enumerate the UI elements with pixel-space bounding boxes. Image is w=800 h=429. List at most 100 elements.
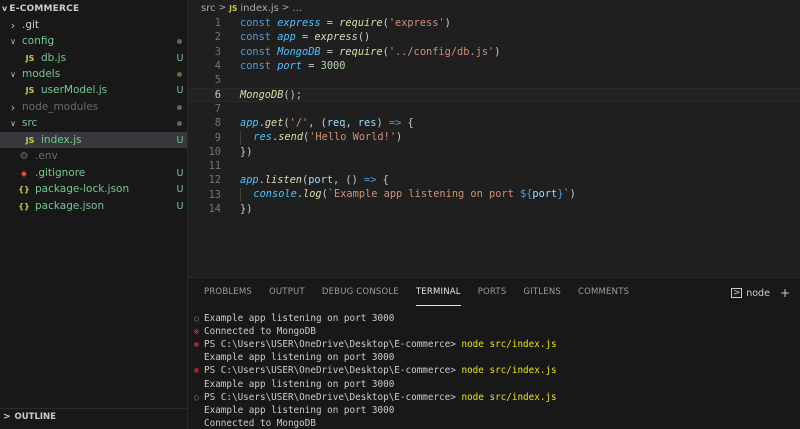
bottom-panel: PROBLEMS OUTPUT DEBUG CONSOLE TERMINAL PORTS… (188, 277, 800, 429)
line-number: 11 (208, 160, 221, 173)
terminal-command: node src/index.js (461, 339, 557, 351)
terminal-line: ○ Example app listening on port 3000 (194, 312, 394, 325)
terminal-text: Connected to MongoDB (204, 417, 316, 429)
code-line[interactable]: 9 res.send('Hello World!') (188, 130, 800, 145)
code-token: => (388, 117, 402, 130)
tree-item[interactable]: ∨ config (0, 33, 187, 49)
code-line[interactable]: 11 (188, 159, 800, 173)
tab-ports[interactable]: PORTS (478, 278, 507, 306)
error-circle-icon[interactable]: ⊗ (194, 366, 204, 375)
terminal-line: ⊗ PS C:\Users\USER\OneDrive\Desktop\E-com… (194, 364, 557, 377)
code-line[interactable]: 5 (188, 73, 800, 87)
code-line[interactable]: 10}) (188, 145, 800, 159)
code-line[interactable]: 4 const port = 3000 (188, 59, 800, 73)
git-status-badge: U (176, 167, 184, 179)
code-token: req (326, 117, 346, 130)
terminal-selector[interactable]: > node + (731, 286, 790, 300)
code-token: '../config/db.js' (388, 45, 495, 58)
code-line[interactable]: 13 console.log(`Example app listening on… (188, 187, 800, 202)
line-number: 12 (208, 174, 221, 187)
code-token: const (240, 31, 278, 44)
code-token: app (277, 31, 296, 44)
line-number: 1 (214, 17, 221, 30)
code-token: ) (569, 187, 576, 200)
breadcrumb-folder[interactable]: src (201, 3, 216, 14)
circle-icon[interactable]: ○ (194, 314, 204, 323)
chevron-right-icon: > (218, 3, 227, 13)
add-terminal-icon[interactable]: + (780, 286, 790, 300)
code-line[interactable]: 7 (188, 102, 800, 116)
code-text: }) (240, 146, 252, 158)
terminal-text: Example app listening on port 3000 (204, 378, 395, 390)
code-token: , (345, 117, 358, 130)
outline-section[interactable]: > OUTLINE (0, 408, 187, 424)
code-token: => (364, 174, 377, 187)
code-editor[interactable]: src > JS index.js > ... 1 const express =… (188, 0, 800, 277)
chevron-right-icon: > (281, 3, 290, 13)
code-line[interactable]: 1 const express = require('express') (188, 16, 800, 30)
code-token (240, 130, 253, 145)
code-token: `Example app listening on port (327, 187, 521, 200)
terminal-name: node (746, 287, 770, 299)
tree-item[interactable]: {} package-lock.json U (0, 181, 187, 197)
explorer-header[interactable]: v E-COMMERCE (0, 0, 187, 17)
chevron-right-icon: > (3, 411, 11, 422)
line-number: 8 (214, 117, 221, 130)
tree-item-label: package.json (35, 200, 105, 212)
code-line[interactable]: 6 MongoDB(); (188, 87, 800, 102)
tree-item[interactable]: › .git (0, 17, 187, 33)
code-text: app.listen(port, () => { (240, 174, 389, 186)
tree-item[interactable]: JS userModel.js U (0, 82, 187, 98)
tab-comments[interactable]: COMMENTS (578, 278, 629, 306)
terminal-line: ⊗ Connected to MongoDB (194, 325, 316, 338)
code-line[interactable]: 14}) (188, 202, 800, 216)
tree-item[interactable]: › node_modules (0, 99, 187, 115)
code-line[interactable]: 3 const MongoDB = require('../config/db.j… (188, 45, 800, 59)
tab-terminal[interactable]: TERMINAL (415, 278, 461, 306)
tree-item[interactable]: {} package.json U (0, 198, 187, 214)
tree-item-label: config (22, 35, 55, 47)
tree-item[interactable]: JS index.js U (0, 132, 187, 148)
code-line[interactable]: 8 app.get('/', (req, res) => { (188, 116, 800, 130)
tab-debug-console[interactable]: DEBUG CONSOLE (322, 278, 399, 306)
line-number: 9 (214, 131, 221, 144)
terminal-text: PS C:\Users\USER\OneDrive\Desktop\E-comm… (204, 365, 462, 377)
project-title: E-COMMERCE (9, 3, 80, 14)
code-token: send (278, 130, 304, 143)
tree-item[interactable]: JS db.js U (0, 50, 187, 66)
circle-icon[interactable]: ○ (194, 393, 204, 402)
breadcrumb-file[interactable]: index.js (240, 3, 279, 14)
gear-icon: ⚙ (19, 150, 29, 162)
tree-item[interactable]: ◆ .gitignore U (0, 165, 187, 181)
breadcrumb-symbol[interactable]: ... (292, 3, 302, 14)
line-number: 2 (214, 31, 221, 44)
tree-item[interactable]: ∨ models (0, 66, 187, 82)
code-token: ) (396, 130, 403, 143)
code-token: 'express' (388, 17, 445, 30)
code-token: , ( (308, 117, 327, 130)
chevron-right-icon: › (10, 18, 16, 32)
modified-dot (177, 104, 182, 110)
terminal-line: Connected to MongoDB (194, 417, 316, 429)
tab-gitlens[interactable]: GITLENS (523, 278, 561, 306)
tab-output[interactable]: OUTPUT (269, 278, 305, 306)
tree-item[interactable]: ⚙ .env (0, 148, 187, 164)
error-circle-icon[interactable]: ⊗ (194, 327, 204, 336)
code-token: = (302, 60, 321, 73)
code-token: { (401, 117, 414, 130)
js-file-icon: JS (25, 135, 35, 145)
code-token: app (240, 174, 259, 187)
code-text: }) (240, 203, 252, 215)
terminal-text: Example app listening on port 3000 (204, 404, 395, 416)
code-token: const (240, 60, 278, 73)
json-file-icon: {} (18, 184, 30, 194)
error-circle-icon[interactable]: ⊗ (194, 340, 204, 349)
tab-problems[interactable]: PROBLEMS (204, 278, 252, 306)
git-status-badge: U (176, 84, 184, 96)
code-text: console.log(`Example app listening on po… (240, 187, 576, 202)
code-line[interactable]: 12 app.listen(port, () => { (188, 173, 800, 187)
tree-item[interactable]: ∨ src (0, 115, 187, 131)
code-line[interactable]: 2 const app = express() (188, 30, 800, 44)
code-token: ) (444, 17, 451, 30)
chevron-down-icon: ∨ (10, 36, 16, 46)
